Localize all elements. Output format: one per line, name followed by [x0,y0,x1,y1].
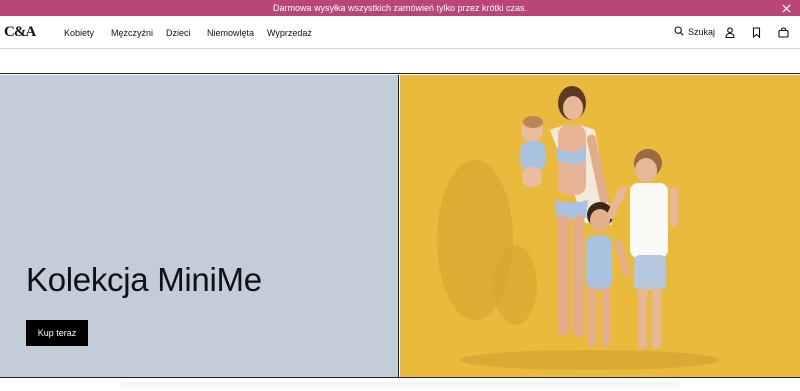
baby-figure [520,116,546,187]
content-card-edge [120,382,680,391]
nav-item-wyprzedaz[interactable]: Wyprzedaż [267,28,312,38]
search-label: Szukaj [688,27,716,37]
nav-item-kobiety[interactable]: Kobiety [64,28,94,38]
shop-now-button[interactable]: Kup teraz [26,320,88,346]
nav-item-dzieci[interactable]: Dzieci [166,28,191,38]
girl-figure [576,202,631,347]
promo-text: Darmowa wysyłka wszystkich zamówień tylk… [272,3,528,13]
close-icon[interactable] [780,2,792,14]
header-spacer [0,49,800,74]
promo-bar: Darmowa wysyłka wszystkich zamówień tylk… [0,0,800,16]
nav-item-mezczyzni[interactable]: Mężczyźni [111,28,153,38]
account-icon[interactable] [724,26,736,38]
site-header: C&A Kobiety Mężczyźni Dzieci Niemowlęta … [0,16,800,49]
hero-banner[interactable]: Kolekcja MiniMe Kup teraz [0,75,800,378]
hero-title: Kolekcja MiniMe [26,261,262,298]
wishlist-icon[interactable] [750,26,762,38]
search-icon [674,26,684,38]
hero-image[interactable] [400,75,800,378]
cart-icon[interactable] [777,26,789,38]
hero-text-panel: Kolekcja MiniMe Kup teraz [0,75,399,378]
nav-item-niemowleta[interactable]: Niemowlęta [207,28,254,38]
search-button[interactable]: Szukaj [674,26,715,38]
family-photo-illustration [437,86,720,370]
logo[interactable]: C&A [4,24,36,41]
